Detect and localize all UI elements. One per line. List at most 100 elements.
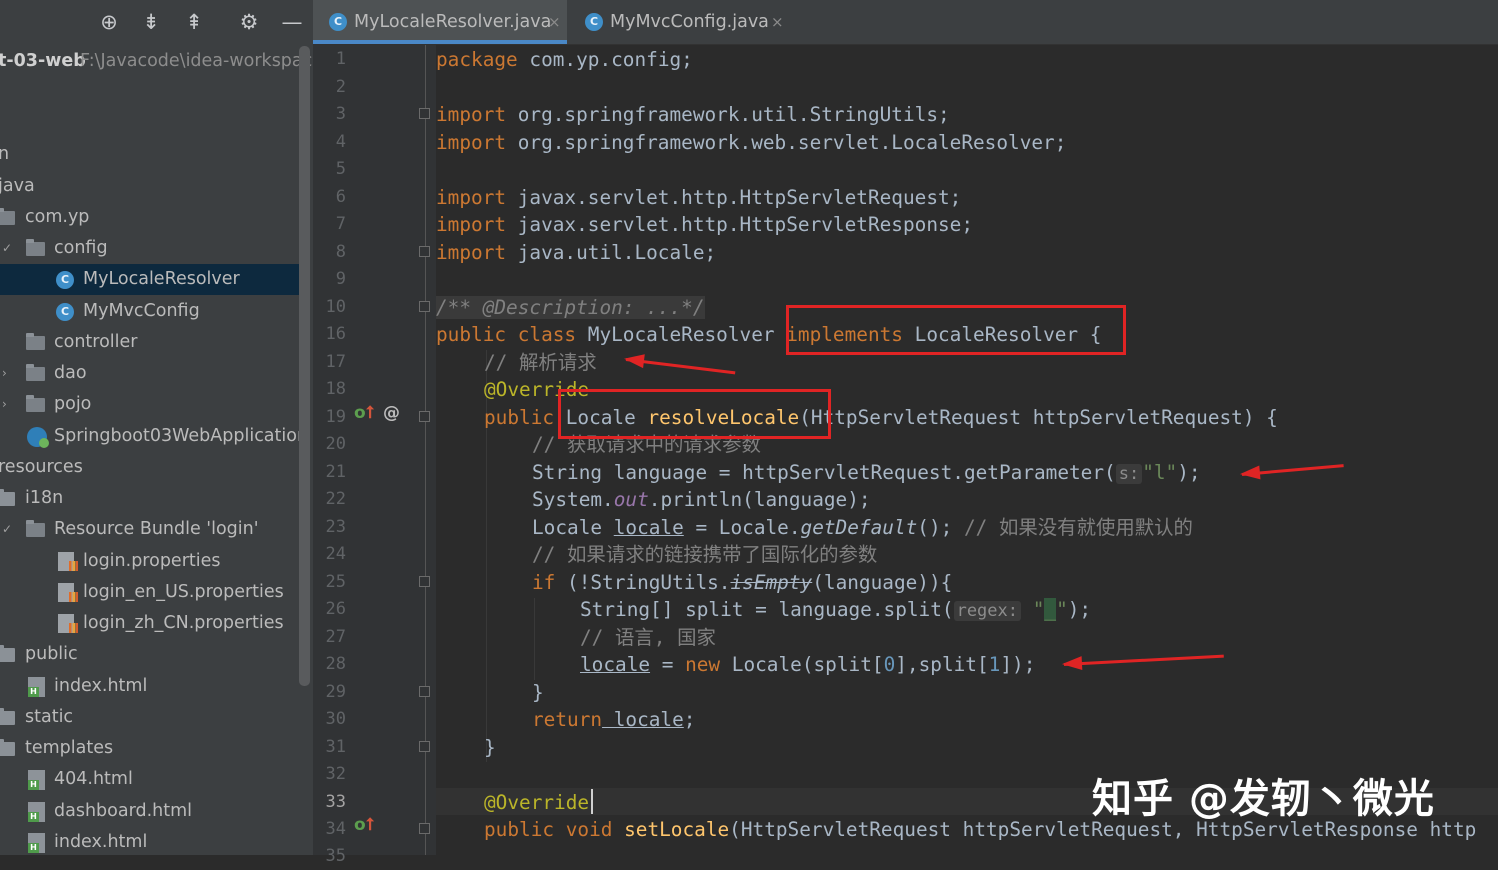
keyword: import — [436, 103, 507, 126]
chevron-down-icon[interactable]: ✓ — [2, 514, 12, 545]
tree-item-dashboard[interactable]: dashboard.html — [0, 796, 299, 827]
comment: // 解析请求 — [484, 351, 597, 374]
spring-app-icon — [27, 427, 49, 448]
method-name: setLocale — [612, 818, 730, 841]
string-literal: " — [1032, 598, 1045, 621]
keyword: new — [685, 653, 721, 676]
annotation-arrow — [1063, 654, 1224, 666]
line-number: 3 — [335, 104, 346, 124]
project-scrollbar[interactable] — [299, 46, 310, 686]
tree-item-resource-bundle[interactable]: ✓ Resource Bundle 'login' — [0, 514, 299, 545]
tree-item-public-index[interactable]: index.html — [0, 671, 299, 702]
code-line: // 语言, 国家 — [580, 624, 716, 651]
line-number: 34 — [325, 819, 346, 839]
tree-item-springboot-app[interactable]: Springboot03WebApplication — [0, 421, 308, 452]
keyword: import — [436, 213, 507, 236]
fold-icon[interactable] — [419, 576, 430, 587]
tree-item-main[interactable]: n — [0, 139, 299, 170]
tree-item-templates[interactable]: templates — [0, 733, 299, 764]
line-number: 24 — [325, 544, 346, 564]
expand-all-icon[interactable]: ⇟ — [139, 10, 163, 34]
tree-item-controller[interactable]: controller — [0, 327, 299, 358]
html-file-icon — [28, 677, 45, 697]
tree-item-login-properties[interactable]: login.properties — [0, 546, 299, 577]
close-icon[interactable]: × — [548, 0, 561, 44]
chevron-down-icon[interactable]: ✓ — [2, 233, 12, 264]
line-number: 1 — [335, 49, 346, 69]
code-text: = — [650, 653, 686, 676]
line-number: 29 — [325, 682, 346, 702]
tree-item-dao[interactable]: › dao — [0, 358, 299, 389]
code-text: (language)){ — [812, 571, 953, 594]
code-text: String[] split = language.split( — [580, 598, 954, 621]
tree-item-resources[interactable]: resources — [0, 452, 299, 483]
variable: locale — [580, 653, 651, 676]
line-number: 7 — [335, 214, 346, 234]
code-text: = Locale. — [683, 516, 801, 539]
tree-item-i18n[interactable]: i18n — [0, 483, 299, 514]
tab-mylocaleresolver[interactable]: C MyLocaleResolver.java × — [313, 0, 567, 44]
resource-bundle-icon — [26, 520, 45, 537]
annotation: @Override — [484, 791, 590, 814]
collapse-all-icon[interactable]: ⇞ — [182, 10, 206, 34]
chevron-right-icon[interactable]: › — [2, 358, 7, 389]
tree-item-404[interactable]: 404.html — [0, 764, 299, 795]
folded-javadoc[interactable]: /** @Description: ...*/ — [436, 296, 705, 319]
tab-mymvcconfig[interactable]: C MyMvcConfig.java × — [569, 0, 789, 44]
package-icon — [0, 208, 15, 225]
annotation-arrow — [625, 358, 736, 375]
crosshair-icon[interactable]: ⊕ — [97, 10, 121, 34]
code-text: .println(language); — [648, 488, 871, 511]
code-line: /** @Description: ...*/ — [436, 294, 705, 321]
fold-icon[interactable] — [419, 246, 430, 257]
code-text: (); — [917, 516, 964, 539]
close-icon[interactable]: × — [771, 0, 784, 44]
tree-item-mymvcconfig[interactable]: C MyMvcConfig — [0, 296, 299, 327]
tree-item-com-yp[interactable]: com.yp — [0, 202, 299, 233]
code-text: ; — [683, 708, 696, 731]
fold-icon[interactable] — [419, 108, 430, 119]
line-number: 30 — [325, 709, 346, 729]
fold-icon[interactable] — [419, 823, 430, 834]
tree-item-java[interactable]: java — [0, 171, 299, 202]
override-marker-icon[interactable]: o⭡ — [354, 403, 374, 423]
fold-icon[interactable] — [419, 686, 430, 697]
code-line: import org.springframework.util.StringUt… — [436, 101, 950, 128]
code-text: javax.servlet.http.HttpServletResponse; — [506, 213, 974, 236]
line-number: 2 — [335, 77, 346, 97]
fold-icon[interactable] — [419, 411, 430, 422]
fold-icon[interactable] — [419, 741, 430, 752]
static-method: getDefault — [800, 516, 918, 539]
fold-icon[interactable] — [419, 301, 430, 312]
tree-item-login-zh-cn[interactable]: login_zh_CN.properties — [0, 608, 299, 639]
line-number: 16 — [325, 324, 346, 344]
tree-item-pojo[interactable]: › pojo — [0, 389, 299, 420]
gear-icon[interactable]: ⚙ — [237, 10, 261, 34]
code-line: locale = new Locale(split[0],split[1]); — [580, 651, 1035, 678]
tree-label: dashboard.html — [54, 801, 193, 821]
annotation-marker-icon[interactable]: @ — [383, 403, 400, 423]
code-line: import java.util.Locale; — [436, 239, 716, 266]
code-line: import javax.servlet.http.HttpServletReq… — [436, 184, 961, 211]
tree-item-mylocaleresolver[interactable]: C MyLocaleResolver — [0, 264, 299, 295]
tree-item-static[interactable]: static — [0, 702, 299, 733]
tree-item-public[interactable]: public — [0, 639, 299, 670]
tree-item-config[interactable]: ✓ config — [0, 233, 299, 264]
tree-label: dao — [54, 363, 87, 383]
tree-item-templates-index[interactable]: index.html — [0, 827, 299, 855]
tree-label: 404.html — [54, 769, 133, 789]
number-literal: 1 — [988, 653, 1001, 676]
tree-item-module[interactable]: t-03-web F:\Javacode\idea-workspace\ — [0, 46, 313, 77]
chevron-right-icon[interactable]: › — [2, 389, 7, 420]
override-marker-icon[interactable]: o⭡ — [354, 815, 374, 835]
minimize-icon[interactable]: — — [280, 10, 304, 34]
keyword: return — [532, 708, 603, 731]
line-number: 32 — [325, 764, 346, 784]
tree-item-login-en-us[interactable]: login_en_US.properties — [0, 577, 299, 608]
tree-label: Resource Bundle 'login' — [54, 519, 259, 539]
static-field: out — [613, 488, 649, 511]
string-literal: "l" — [1142, 461, 1178, 484]
code-text: (HttpServletRequest httpServletRequest) … — [799, 406, 1278, 429]
code-text: com.yp.config; — [517, 48, 693, 71]
code-line: if (!StringUtils.isEmpty(language)){ — [532, 569, 952, 596]
